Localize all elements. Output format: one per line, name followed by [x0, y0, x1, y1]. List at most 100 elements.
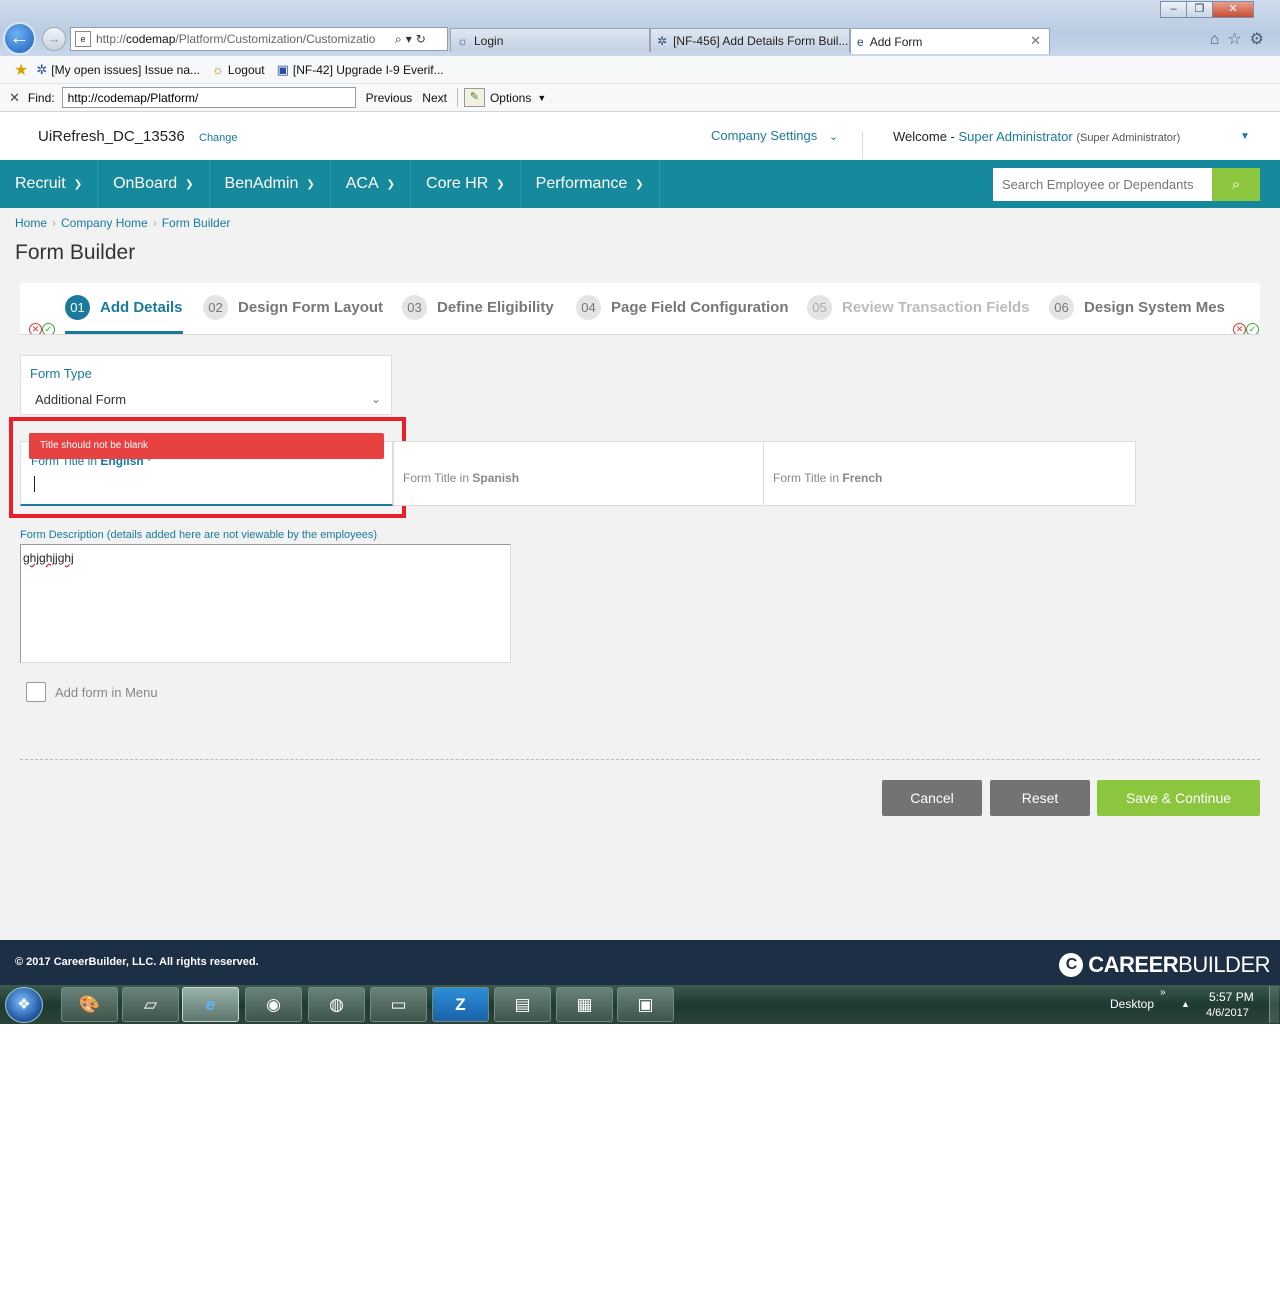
tab-nf-456[interactable]: ✲ [NF-456] Add Details Form Buil...: [650, 28, 850, 52]
notebook-icon[interactable]: ▱: [122, 987, 179, 1022]
form-builder-stepper: 01 Add Details 02 Design Form Layout 03 …: [20, 283, 1260, 335]
nav-onboard[interactable]: OnBoard ❯: [98, 160, 210, 208]
favorite-my-open-issues[interactable]: ✲ [My open issues] Issue na...: [36, 62, 200, 78]
firefox-icon[interactable]: ◍: [308, 987, 365, 1022]
form-type-label: Form Type: [30, 366, 92, 381]
favorites-star-icon[interactable]: ☆: [1227, 31, 1249, 48]
step-design-form-layout[interactable]: 02 Design Form Layout: [203, 295, 383, 320]
clipboard-icon[interactable]: ▤: [494, 987, 551, 1022]
chevron-down-icon: ❯: [185, 178, 194, 190]
step-label: Design Form Layout: [238, 299, 384, 316]
find-close-icon[interactable]: ✕: [9, 90, 20, 106]
add-form-in-menu-checkbox[interactable]: [26, 682, 46, 702]
breadcrumb-company-home[interactable]: Company Home: [61, 216, 148, 230]
nav-label: Recruit: [15, 175, 66, 192]
save-continue-button[interactable]: Save & Continue: [1097, 780, 1260, 816]
breadcrumb-form-builder[interactable]: Form Builder: [162, 216, 231, 230]
forward-arrow-icon[interactable]: →: [42, 27, 66, 51]
step-add-details[interactable]: 01 Add Details: [65, 295, 183, 320]
chrome-icon[interactable]: ◉: [245, 987, 302, 1022]
address-tools-icons[interactable]: ⌕▾↻: [391, 32, 447, 47]
start-button-icon[interactable]: ❖: [5, 987, 43, 1023]
step-page-field-configuration[interactable]: 04 Page Field Configuration: [576, 295, 789, 320]
find-next-button[interactable]: Next: [422, 91, 447, 105]
page-footer: © 2017 CareerBuilder, LLC. All rights re…: [0, 940, 1280, 985]
paint-icon[interactable]: 🎨: [61, 987, 118, 1022]
login-tab-icon: ☼: [457, 33, 468, 48]
url-host: codemap: [126, 32, 176, 46]
step-design-system-messages[interactable]: 06 Design System Mes: [1049, 295, 1225, 320]
tab-login[interactable]: ☼ Login: [450, 28, 650, 52]
add-favorite-icon[interactable]: ★: [14, 60, 28, 80]
favorites-bar: ★ ✲ [My open issues] Issue na... ☼ Logou…: [0, 56, 1280, 84]
nav-recruit[interactable]: Recruit ❯: [0, 160, 99, 208]
form-type-select[interactable]: Form Type Additional Form ⌄: [20, 355, 392, 415]
internet-explorer-icon[interactable]: e: [182, 987, 239, 1022]
step-label: Page Field Configuration: [611, 299, 789, 316]
step-number: 05: [807, 295, 832, 320]
chevron-down-icon: ❯: [635, 178, 644, 190]
find-previous-button[interactable]: Previous: [366, 91, 413, 105]
favorite-logout[interactable]: ☼ Logout: [212, 62, 265, 77]
form-title-french-field[interactable]: Form Title in French: [763, 441, 1136, 506]
tab-add-form[interactable]: e Add Form ✕: [850, 28, 1050, 54]
nav-label: OnBoard: [113, 175, 178, 192]
nav-benadmin[interactable]: BenAdmin ❯: [210, 160, 331, 208]
label-language: Spanish: [472, 471, 520, 485]
gear-icon[interactable]: ⚙: [1250, 31, 1272, 48]
form-title-spanish-field[interactable]: Form Title in Spanish: [393, 441, 764, 506]
ok-status-icon: ✓: [42, 323, 55, 334]
company-name: UiRefresh_DC_13536: [38, 128, 185, 145]
find-options-button[interactable]: ✎ Options ▼: [456, 88, 546, 107]
sticky-notes-icon[interactable]: ▭: [370, 987, 427, 1022]
tab-close-icon[interactable]: ✕: [1030, 33, 1041, 49]
cancel-button[interactable]: Cancel: [882, 780, 982, 816]
annotation-highlight-box: [9, 417, 406, 518]
nav-label: ACA: [345, 175, 379, 192]
breadcrumb-home[interactable]: Home: [15, 216, 47, 230]
tray-expand-icon[interactable]: ▲: [1181, 999, 1190, 1009]
window-controls: – ❐ ✕: [1160, 1, 1254, 18]
copyright-text: © 2017 CareerBuilder, LLC. All rights re…: [15, 956, 259, 968]
label-language: French: [842, 471, 883, 485]
clock-date[interactable]: 4/6/2017: [1206, 1007, 1249, 1019]
user-menu-caret-icon[interactable]: ▼: [1240, 131, 1250, 142]
change-company-link[interactable]: Change: [199, 132, 238, 144]
maximize-button[interactable]: ❐: [1186, 1, 1213, 18]
welcome-user[interactable]: Welcome - Super Administrator (Super Adm…: [893, 129, 1180, 144]
breadcrumb: Home › Company Home › Form Builder: [15, 216, 230, 230]
home-icon[interactable]: ⌂: [1210, 31, 1228, 48]
nav-label: BenAdmin: [224, 175, 299, 192]
minimize-button[interactable]: –: [1160, 1, 1187, 18]
nav-aca[interactable]: ACA ❯: [331, 160, 412, 208]
find-input[interactable]: [61, 87, 356, 108]
z-app-icon[interactable]: Z: [432, 987, 489, 1022]
reset-button[interactable]: Reset: [990, 780, 1090, 816]
screen: – ❐ ✕ ← → e http://codemap/Platform/Cust…: [0, 0, 1280, 1294]
folder-icon[interactable]: ▦: [556, 987, 613, 1022]
page-content: Home › Company Home › Form Builder Form …: [0, 208, 1280, 940]
employee-search-input[interactable]: [993, 168, 1213, 201]
step-label: Design System Mes: [1084, 299, 1225, 316]
ok-status-icon: ✓: [1246, 323, 1259, 334]
form-type-value: Additional Form: [35, 392, 127, 407]
form-title-french-label: Form Title in French: [773, 471, 882, 485]
show-desktop-button[interactable]: [1269, 986, 1279, 1023]
window-app-icon[interactable]: ▣: [617, 987, 674, 1022]
clock-time[interactable]: 5:57 PM: [1209, 990, 1254, 1004]
form-description-textarea[interactable]: ghjghjjghj: [20, 544, 511, 663]
company-settings-menu[interactable]: Company Settings ⌄: [711, 128, 838, 143]
url-prefix: http://: [96, 32, 127, 46]
search-icon[interactable]: ⌕: [1212, 168, 1260, 201]
back-arrow-icon[interactable]: ←: [3, 22, 36, 55]
window-close-button[interactable]: ✕: [1212, 1, 1254, 18]
address-bar[interactable]: e http://codemap/Platform/Customization/…: [70, 27, 448, 51]
browser-toolbar-icons: ⌂☆⚙: [1210, 29, 1272, 49]
favorite-nf-42[interactable]: ▣ [NF-42] Upgrade I-9 Everif...: [277, 62, 444, 78]
step-define-eligibility[interactable]: 03 Define Eligibility: [402, 295, 554, 320]
desktop-toolbar-label[interactable]: Desktop: [1110, 997, 1154, 1011]
nav-performance[interactable]: Performance ❯: [521, 160, 660, 208]
address-url[interactable]: http://codemap/Platform/Customization/Cu…: [96, 32, 391, 46]
nav-core-hr[interactable]: Core HR ❯: [411, 160, 521, 208]
double-chevron-icon[interactable]: »: [1160, 987, 1166, 998]
